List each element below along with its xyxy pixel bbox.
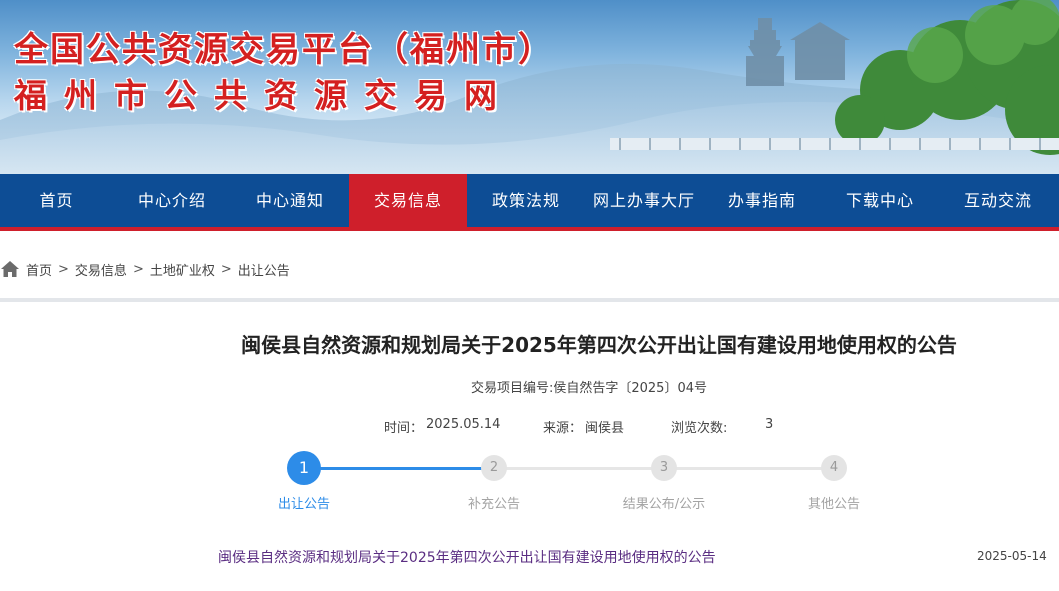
nav-item-online-hall[interactable]: 网上办事大厅 — [585, 174, 703, 227]
breadcrumb-land-mining[interactable]: 土地矿业权 — [150, 260, 215, 279]
step-4-circle[interactable]: 4 — [821, 455, 847, 481]
step-4-label[interactable]: 其他公告 — [774, 493, 894, 512]
step-2-label[interactable]: 补充公告 — [434, 493, 554, 512]
step-3-circle[interactable]: 3 — [651, 455, 677, 481]
main-nav: 首页 中心介绍 中心通知 交易信息 政策法规 网上办事大厅 办事指南 下载中心 … — [0, 174, 1059, 231]
nav-item-center-intro[interactable]: 中心介绍 — [113, 174, 231, 227]
time-value: 2025.05.14 — [426, 417, 501, 432]
notice-list-item-link[interactable]: 闽侯县自然资源和规划局关于2025年第四次公开出让国有建设用地使用权的公告 — [218, 547, 716, 567]
views-value: 3 — [765, 417, 774, 432]
breadcrumb: 首页 > 交易信息 > 土地矿业权 > 出让公告 — [0, 258, 290, 280]
site-banner: 全国公共资源交易平台（福州市） 福州市公共资源交易网 — [0, 0, 1059, 174]
notice-list-item-date: 2025-05-14 — [977, 549, 1047, 563]
nav-item-trade-info[interactable]: 交易信息 — [349, 174, 467, 227]
nav-item-download[interactable]: 下载中心 — [821, 174, 939, 227]
banner-title-site: 福州市公共资源交易网 — [14, 76, 514, 115]
source-value: 闽侯县 — [585, 421, 625, 436]
breadcrumb-trade-info[interactable]: 交易信息 — [75, 260, 127, 279]
breadcrumb-separator: > — [58, 261, 69, 277]
page-title: 闽侯县自然资源和规划局关于2025年第四次公开出让国有建设用地使用权的公告 — [241, 333, 957, 357]
project-number: 交易项目编号:侯自然告字〔2025〕04号 — [470, 381, 707, 396]
step-1-circle[interactable]: 1 — [287, 451, 321, 485]
views-label: 浏览次数: — [671, 421, 728, 436]
breadcrumb-separator: > — [132, 261, 144, 277]
source-label: 来源： — [543, 421, 583, 436]
nav-item-guide[interactable]: 办事指南 — [703, 174, 821, 227]
breadcrumb-transfer-notice[interactable]: 出让公告 — [238, 260, 290, 279]
step-3-label[interactable]: 结果公布/公示 — [604, 493, 724, 512]
time-label: 时间： — [384, 421, 424, 436]
step-1-label[interactable]: 出让公告 — [244, 493, 364, 512]
home-icon — [1, 261, 19, 277]
nav-item-interaction[interactable]: 互动交流 — [939, 174, 1057, 227]
step-2-circle[interactable]: 2 — [481, 455, 507, 481]
section-divider — [0, 298, 1059, 302]
nav-item-policy[interactable]: 政策法规 — [467, 174, 585, 227]
banner-title-platform: 全国公共资源交易平台（福州市） — [14, 30, 554, 70]
breadcrumb-separator: > — [220, 261, 232, 277]
nav-item-home[interactable]: 首页 — [0, 174, 113, 227]
step-progress-line-active — [304, 467, 494, 470]
breadcrumb-home[interactable]: 首页 — [26, 260, 52, 279]
nav-item-center-notice[interactable]: 中心通知 — [231, 174, 349, 227]
